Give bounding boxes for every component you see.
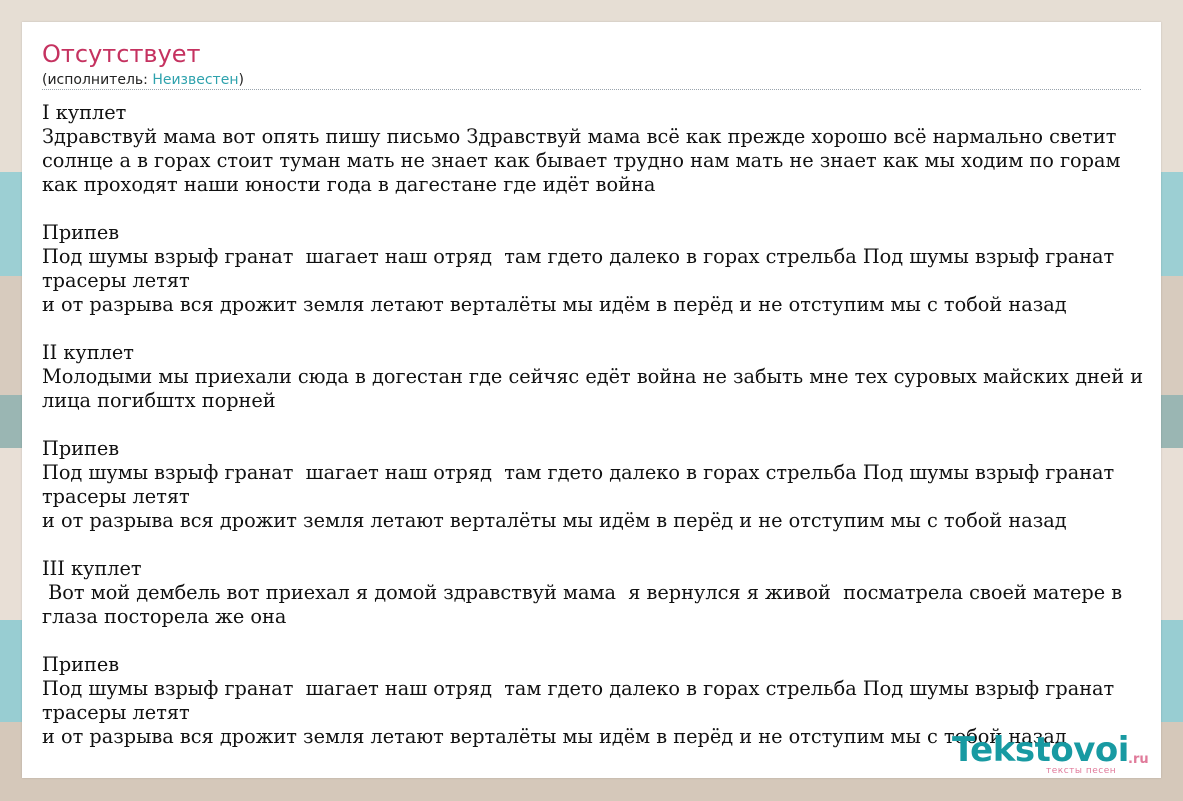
lyrics-line: глаза посторела же она — [42, 605, 287, 628]
lyrics-text: I куплет Здравствуй мама вот опять пишу п… — [42, 101, 1161, 749]
lyrics-blank-line — [42, 197, 1161, 221]
lyrics-line: Вот мой дембель вот приехал я домой здра… — [42, 581, 1123, 604]
lyrics-line: и от разрыва вся дрожит земля летают вер… — [42, 293, 1067, 316]
lyrics-card: Отсутствует (исполнитель: Неизвестен) I … — [22, 22, 1161, 778]
lyrics-line: лица погибштх порней — [42, 389, 276, 412]
lyrics-blank-line — [42, 533, 1161, 557]
lyrics-line: I куплет — [42, 101, 127, 124]
lyrics-line: как проходят наши юности года в дагестан… — [42, 173, 656, 196]
artist-prefix: (исполнитель: — [42, 72, 153, 88]
lyrics-line: Под шумы взрыф гранат шагает наш отряд т… — [42, 677, 1115, 700]
lyrics-line: трасеры летят — [42, 269, 190, 292]
logo-domain: .ru — [1128, 752, 1149, 767]
lyrics-line: Припев — [42, 221, 120, 244]
lyrics-line: солнце а в горах стоит туман мать не зна… — [42, 149, 1121, 172]
lyrics-line: Молодыми мы приехали сюда в догестан где… — [42, 365, 1144, 388]
artist-line: (исполнитель: Неизвестен) — [42, 72, 244, 88]
title-divider — [42, 89, 1141, 90]
lyrics-blank-line — [42, 629, 1161, 653]
artist-link[interactable]: Неизвестен — [152, 72, 238, 88]
lyrics-line: Припев — [42, 653, 120, 676]
tekstovoi-logo[interactable]: Tekstovoi .ru тексты песен — [952, 733, 1162, 781]
lyrics-line: трасеры летят — [42, 485, 190, 508]
artist-suffix: ) — [238, 72, 244, 88]
logo-wordmark: Tekstovoi — [952, 730, 1129, 770]
logo-tagline: тексты песен — [1046, 766, 1117, 776]
lyrics-blank-line — [42, 317, 1161, 341]
lyrics-line: III куплет — [42, 557, 142, 580]
lyrics-line: Здравствуй мама вот опять пишу письмо Зд… — [42, 125, 1117, 148]
lyrics-line: Под шумы взрыф гранат шагает наш отряд т… — [42, 245, 1115, 268]
lyrics-line: Под шумы взрыф гранат шагает наш отряд т… — [42, 461, 1115, 484]
lyrics-blank-line — [42, 413, 1161, 437]
lyrics-line: трасеры летят — [42, 701, 190, 724]
lyrics-line: Припев — [42, 437, 120, 460]
song-title: Отсутствует — [42, 40, 201, 68]
lyrics-line: и от разрыва вся дрожит земля летают вер… — [42, 509, 1067, 532]
lyrics-line: II куплет — [42, 341, 134, 364]
